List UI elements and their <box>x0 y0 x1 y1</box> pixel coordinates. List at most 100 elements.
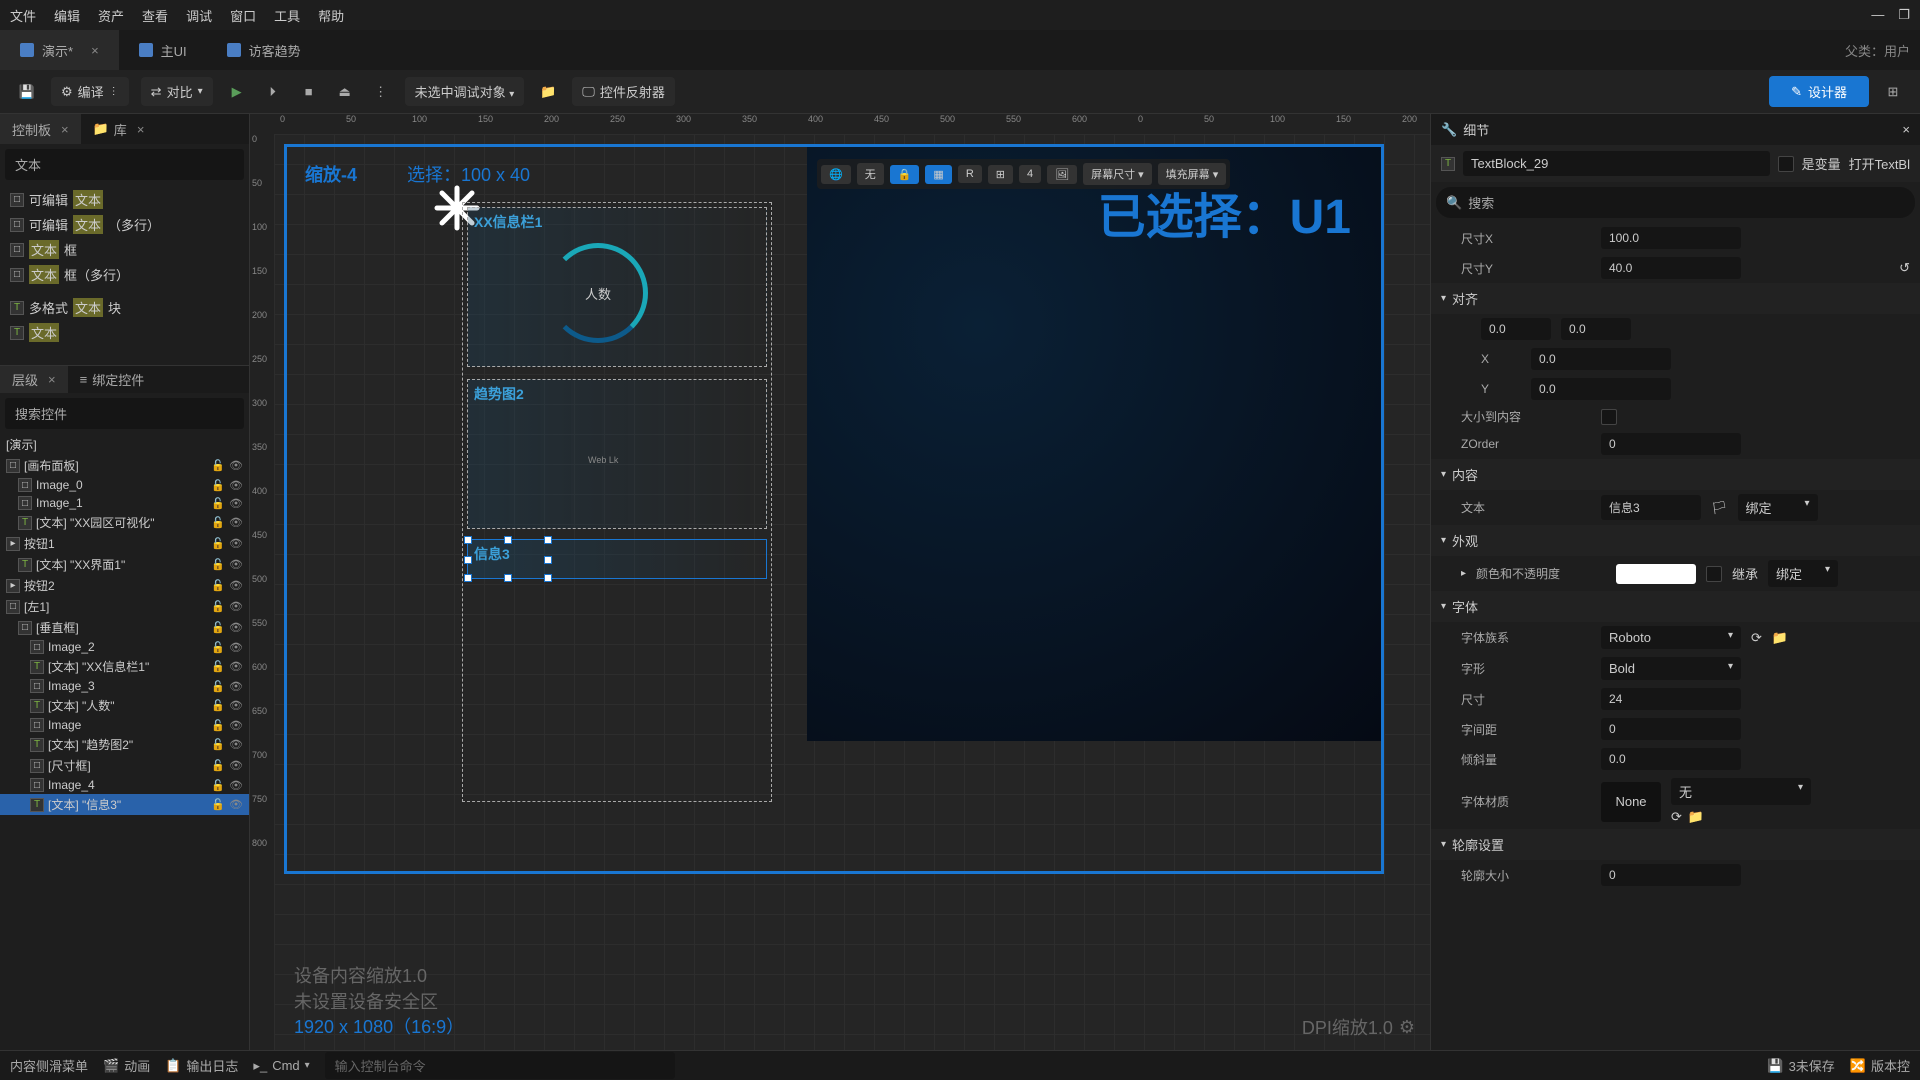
close-icon[interactable]: × <box>91 43 99 58</box>
hierarchy-item[interactable]: □Image_4🔓👁 <box>0 776 249 794</box>
material-select[interactable]: 无▾ <box>1671 778 1811 805</box>
outline-size-input[interactable]: 0 <box>1601 864 1741 886</box>
hierarchy-item[interactable]: □Image_0🔓👁 <box>0 476 249 494</box>
resize-handle[interactable] <box>464 574 472 582</box>
widget-reflector-button[interactable]: 🖵 控件反射器 <box>572 77 675 106</box>
outline-section-header[interactable]: ▾轮廓设置 <box>1431 829 1920 860</box>
canvas[interactable]: 缩放-4 选择：100 x 40 已选择：U1 🌐 无 🔒 ▦ R ⊞ 4 🖼 … <box>274 134 1430 1050</box>
fill-screen-select[interactable]: 填充屏幕 ▾ <box>1158 163 1227 185</box>
menu-file[interactable]: 文件 <box>10 6 36 25</box>
none-button[interactable]: 无 <box>857 163 884 185</box>
resize-handle[interactable] <box>464 556 472 564</box>
screen-size-select[interactable]: 屏幕尺寸 ▾ <box>1083 163 1152 185</box>
bindings-tab[interactable]: ≡ 绑定控件 <box>68 366 157 393</box>
hierarchy-item[interactable]: □[画布面板]🔓👁 <box>0 455 249 476</box>
trend-panel[interactable]: 趋势图2 Web Lk <box>467 379 767 529</box>
save-icon[interactable]: 💾 <box>15 80 39 104</box>
palette-item[interactable]: □可编辑文本 <box>0 187 249 212</box>
details-search[interactable]: 🔍 搜索 <box>1436 187 1915 218</box>
browse-icon[interactable]: 📁 <box>1772 630 1788 646</box>
hierarchy-item[interactable]: □[左1]🔓👁 <box>0 596 249 617</box>
hierarchy-tab[interactable]: 层级× <box>0 366 68 393</box>
hierarchy-item[interactable]: T[文本] "XX信息栏1"🔓👁 <box>0 656 249 677</box>
palette-item[interactable]: □文本框 <box>0 237 249 262</box>
hierarchy-item[interactable]: T[文本] "人数"🔓👁 <box>0 695 249 716</box>
library-tab[interactable]: 📁 库× <box>81 114 157 144</box>
animation-button[interactable]: 🎬动画 <box>103 1056 150 1075</box>
gear-icon[interactable]: ⚙ <box>1399 1017 1415 1038</box>
more-icon[interactable]: ⋮ <box>369 80 393 104</box>
parent-class-label[interactable]: 父类：用户 <box>1845 41 1920 60</box>
hierarchy-item[interactable]: T[文本] "信息3"🔓👁 <box>0 794 249 815</box>
size-y-input[interactable]: 40.0 <box>1601 257 1741 279</box>
font-section-header[interactable]: ▾字体 <box>1431 591 1920 622</box>
hierarchy-item[interactable]: □Image_2🔓👁 <box>0 638 249 656</box>
sync-icon[interactable]: ⟳ <box>1671 809 1682 825</box>
console-input[interactable]: 输入控制台命令 <box>325 1052 675 1079</box>
globe-icon[interactable]: 🌐 <box>821 165 851 184</box>
content-section-header[interactable]: ▾内容 <box>1431 459 1920 490</box>
hierarchy-item[interactable]: ▸按钮2🔓👁 <box>0 575 249 596</box>
skew-input[interactable]: 0.0 <box>1601 748 1741 770</box>
hierarchy-item[interactable]: □Image_3🔓👁 <box>0 677 249 695</box>
palette-item[interactable]: □可编辑文本（多行） <box>0 212 249 237</box>
content-drawer-button[interactable]: 内容侧滑菜单 <box>10 1056 88 1075</box>
zorder-input[interactable]: 0 <box>1601 433 1741 455</box>
close-icon[interactable]: × <box>61 122 69 137</box>
lock-icon[interactable]: 🔒 <box>890 165 920 184</box>
y-input[interactable]: 0.0 <box>1531 378 1671 400</box>
graph-icon[interactable]: ⊞ <box>1881 80 1905 104</box>
palette-item[interactable]: T文本 <box>0 320 249 345</box>
font-family-select[interactable]: Roboto▾ <box>1601 626 1741 649</box>
debug-object-select[interactable]: 未选中调试对象 ▾ <box>405 77 525 106</box>
maximize-icon[interactable]: ❐ <box>1898 7 1910 23</box>
appearance-section-header[interactable]: ▾外观 <box>1431 525 1920 556</box>
palette-item[interactable]: T多格式文本块 <box>0 295 249 320</box>
hierarchy-item[interactable]: T[文本] "XX园区可视化"🔓👁 <box>0 512 249 533</box>
palette-tab[interactable]: 控制板× <box>0 114 81 144</box>
browse-icon[interactable]: 📁 <box>1688 809 1704 825</box>
hierarchy-item[interactable]: T[文本] "趋势图2"🔓👁 <box>0 734 249 755</box>
menu-view[interactable]: 查看 <box>142 6 168 25</box>
palette-search[interactable]: 文本 <box>5 149 244 180</box>
size-x-input[interactable]: 100.0 <box>1601 227 1741 249</box>
resize-handle[interactable] <box>464 536 472 544</box>
resize-handle[interactable] <box>544 556 552 564</box>
menu-debug[interactable]: 调试 <box>186 6 212 25</box>
grid-icon[interactable]: ⊞ <box>988 165 1013 184</box>
compare-button[interactable]: ⇄ 对比 ▾ <box>141 77 213 106</box>
play-icon[interactable]: ▶ <box>225 80 249 104</box>
cmd-button[interactable]: ▸_Cmd ▾ <box>253 1058 309 1074</box>
close-icon[interactable]: × <box>48 372 56 387</box>
info-panel-1[interactable]: XX信息栏1 人数 <box>467 207 767 367</box>
menu-tools[interactable]: 工具 <box>274 6 300 25</box>
grid-size[interactable]: 4 <box>1019 165 1041 183</box>
tab-visitor[interactable]: 访客趋势 <box>207 30 321 70</box>
reset-icon[interactable]: ↺ <box>1899 260 1910 276</box>
design-viewport[interactable]: 0501001502002503003504004505005506000501… <box>250 114 1430 1050</box>
menu-asset[interactable]: 资产 <box>98 6 124 25</box>
resize-handle[interactable] <box>544 536 552 544</box>
tab-mainui[interactable]: 主UI <box>119 30 207 70</box>
menu-window[interactable]: 窗口 <box>230 6 256 25</box>
hierarchy-item[interactable]: T[文本] "XX界面1"🔓👁 <box>0 554 249 575</box>
folder-icon[interactable]: 📁 <box>536 80 560 104</box>
material-thumbnail[interactable]: None <box>1601 782 1661 822</box>
widget-name-input[interactable]: TextBlock_29 <box>1463 151 1770 176</box>
menu-help[interactable]: 帮助 <box>318 6 344 25</box>
hierarchy-item[interactable]: □[垂直框]🔓👁 <box>0 617 249 638</box>
sync-icon[interactable]: ⟳ <box>1751 630 1762 646</box>
menu-edit[interactable]: 编辑 <box>54 6 80 25</box>
version-control-button[interactable]: 🔀版本控 <box>1850 1056 1910 1075</box>
is-variable-checkbox[interactable] <box>1778 156 1794 172</box>
minimize-icon[interactable]: — <box>1871 7 1884 23</box>
hierarchy-item[interactable]: ▸按钮1🔓👁 <box>0 533 249 554</box>
image-icon[interactable]: 🖼 <box>1047 165 1077 184</box>
letter-spacing-input[interactable]: 0 <box>1601 718 1741 740</box>
layout-icon[interactable]: ▦ <box>925 165 951 184</box>
close-icon[interactable]: × <box>1902 122 1910 137</box>
stop-icon[interactable]: ■ <box>297 80 321 104</box>
resize-handle[interactable] <box>504 536 512 544</box>
font-size-input[interactable]: 24 <box>1601 688 1741 710</box>
hierarchy-item[interactable]: □Image_1🔓👁 <box>0 494 249 512</box>
